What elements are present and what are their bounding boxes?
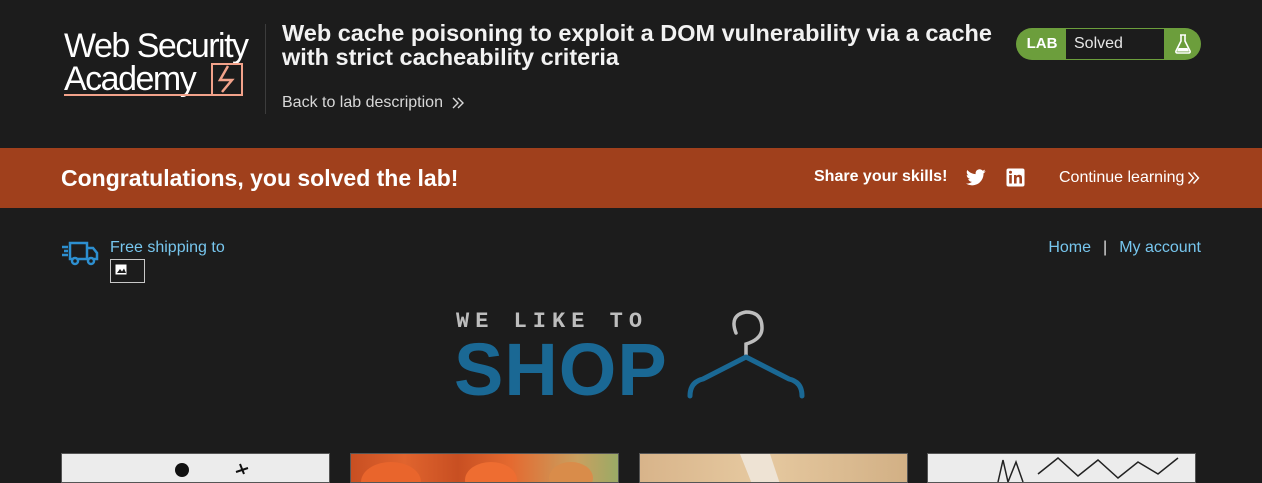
- nav-my-account-link[interactable]: My account: [1119, 239, 1201, 257]
- congratulations-message: Congratulations, you solved the lab!: [61, 165, 459, 191]
- lab-status-label: LAB: [1026, 35, 1058, 52]
- lab-header: Web Security Academy Web cache poisoning…: [0, 0, 1262, 148]
- account-nav: Home | My account: [1048, 239, 1201, 257]
- share-skills-label: Share your skills!: [814, 168, 948, 185]
- lab-status-value: Solved: [1066, 29, 1164, 59]
- shop-logo-word: SHOP: [454, 328, 668, 411]
- flask-icon: [1164, 28, 1201, 60]
- product-image: [175, 463, 249, 477]
- continue-learning-link[interactable]: Continue learning: [1059, 169, 1200, 187]
- linkedin-icon[interactable]: [1006, 168, 1025, 187]
- product-image-4[interactable]: [927, 453, 1196, 483]
- nav-home-link[interactable]: Home: [1048, 239, 1091, 257]
- back-to-lab-description-link[interactable]: Back to lab description: [282, 94, 465, 112]
- product-image-2[interactable]: [350, 453, 619, 483]
- web-security-academy-logo[interactable]: Web Security Academy: [62, 26, 262, 100]
- nav-separator: |: [1103, 239, 1108, 256]
- product-image: [361, 462, 593, 482]
- logo-divider: [265, 24, 266, 114]
- coat-hanger-icon: [687, 310, 805, 399]
- continue-learning-label: Continue learning: [1059, 169, 1185, 186]
- double-chevron-right-icon: [452, 97, 464, 109]
- delivery-truck-icon: [62, 241, 99, 266]
- broken-image-icon: [110, 259, 145, 283]
- product-image-1[interactable]: [61, 453, 330, 483]
- free-shipping-label: Free shipping to: [110, 239, 225, 256]
- product-image-3[interactable]: [639, 453, 908, 483]
- product-image: [997, 457, 1179, 482]
- twitter-icon[interactable]: [966, 169, 986, 186]
- svg-text:Academy: Academy: [64, 60, 197, 98]
- back-link-label: Back to lab description: [282, 94, 443, 111]
- lab-title: Web cache poisoning to exploit a DOM vul…: [282, 20, 992, 70]
- lab-status-widget: LAB Solved: [1016, 28, 1201, 60]
- product-image: [740, 454, 780, 482]
- double-chevron-right-icon: [1188, 172, 1200, 184]
